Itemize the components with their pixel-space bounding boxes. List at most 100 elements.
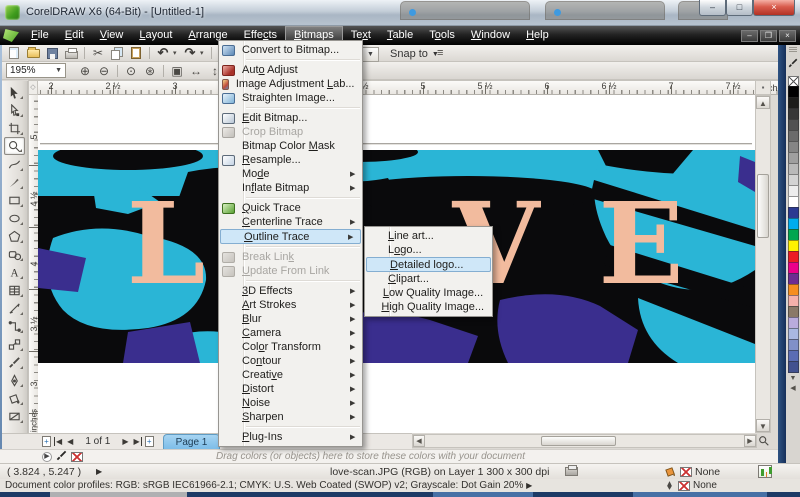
menu-item-high-quality-image[interactable]: High Quality Image... (365, 300, 492, 314)
connector-tool[interactable] (4, 317, 25, 335)
close-button[interactable]: × (753, 0, 795, 16)
blend-tool[interactable] (4, 335, 25, 353)
rectangle-tool[interactable] (4, 191, 25, 209)
horizontal-scrollbar-thumb[interactable] (541, 436, 616, 446)
menu-item-image-adjustment-lab[interactable]: Image Adjustment Lab... (219, 77, 362, 91)
zoom-in-icon[interactable]: ⊕ (76, 63, 94, 78)
menu-item-camera[interactable]: Camera▶ (219, 326, 362, 340)
add-page-after-icon[interactable]: + (145, 436, 154, 447)
undo-dropdown-icon[interactable]: ▾ (173, 49, 180, 57)
vertical-ruler[interactable]: inches 54 ½43 ½3 (28, 95, 38, 433)
new-document-icon[interactable] (5, 46, 23, 61)
scroll-left-icon[interactable]: ◀ (413, 435, 425, 447)
menu-item-art-strokes[interactable]: Art Strokes▶ (219, 298, 362, 312)
menu-item-blur[interactable]: Blur▶ (219, 312, 362, 326)
menu-item-centerline-trace[interactable]: Centerline Trace▶ (219, 215, 362, 229)
fill-tool[interactable] (4, 389, 25, 407)
document-minimize-button[interactable] (741, 30, 758, 42)
menu-item-line-art[interactable]: Line art... (365, 229, 492, 243)
no-color-swatch[interactable] (71, 452, 83, 462)
save-icon[interactable] (43, 46, 61, 61)
menu-item-distort[interactable]: Distort▶ (219, 382, 362, 396)
menu-item-convert-to-bitmap[interactable]: Convert to Bitmap... (219, 43, 362, 57)
eyedropper-icon[interactable] (788, 55, 798, 73)
first-page-icon[interactable]: ◀ (54, 437, 63, 446)
freehand-tool[interactable] (4, 155, 25, 173)
zoom-level-combo[interactable]: 195%▼ (6, 63, 66, 78)
menubar-item-view[interactable]: View (92, 26, 132, 45)
palette-drag-handle[interactable] (789, 47, 797, 52)
menu-item-color-transform[interactable]: Color Transform▶ (219, 340, 362, 354)
menu-item-outline-trace[interactable]: Outline Trace▶ (220, 229, 361, 244)
horizontal-ruler[interactable]: inches 22 ½33 ½44 ½55 ½66 ½77 ½ (38, 80, 795, 95)
open-icon[interactable] (24, 46, 42, 61)
artistic-media-tool[interactable] (4, 173, 25, 191)
coords-flyout-icon[interactable]: ▶ (96, 467, 102, 476)
crop-tool[interactable] (4, 119, 25, 137)
menu-item-creative[interactable]: Creative▶ (219, 368, 362, 382)
color-eyedropper-tool[interactable] (4, 353, 25, 371)
print-icon[interactable] (62, 46, 80, 61)
zoom-tool[interactable] (4, 137, 25, 155)
menu-item-edit-bitmap[interactable]: Edit Bitmap... (219, 111, 362, 125)
cut-icon[interactable] (89, 46, 107, 61)
scroll-up-icon[interactable]: ▲ (756, 96, 770, 109)
menu-item-straighten-image[interactable]: Straighten Image... (219, 91, 362, 105)
pick-tool[interactable] (4, 83, 25, 101)
undo-icon[interactable] (154, 46, 172, 61)
menubar-item-window[interactable]: Window (463, 26, 518, 45)
vertical-scrollbar[interactable]: ▲ ▼ (755, 95, 771, 433)
copy-icon[interactable] (108, 46, 126, 61)
scrollbar-options-button[interactable]: ▪ (755, 80, 771, 95)
profiles-flyout-icon[interactable]: ▶ (526, 481, 532, 490)
menu-item-inflate-bitmap[interactable]: Inflate Bitmap▶ (219, 181, 362, 195)
interactive-fill-tool[interactable] (4, 407, 25, 425)
menu-item-plug-ins[interactable]: Plug-Ins▶ (219, 430, 362, 444)
menu-item-crop-bitmap[interactable]: Crop Bitmap (219, 125, 362, 139)
palette-expand-icon[interactable]: ◀ (790, 384, 795, 392)
menu-item-bitmap-color-mask[interactable]: Bitmap Color Mask (219, 139, 362, 153)
add-page-before-icon[interactable]: + (42, 436, 51, 447)
redo-dropdown-icon[interactable]: ▾ (200, 49, 207, 57)
menubar-item-file[interactable]: File (23, 26, 57, 45)
menu-item-resample[interactable]: Resample... (219, 153, 362, 167)
menu-item-contour[interactable]: Contour▶ (219, 354, 362, 368)
menubar-item-help[interactable]: Help (518, 26, 557, 45)
menubar-item-tools[interactable]: Tools (421, 26, 463, 45)
minimize-button[interactable]: – (699, 0, 726, 16)
palette-scroll-down-icon[interactable]: ▼ (790, 375, 797, 382)
menu-item-quick-trace[interactable]: Quick Trace (219, 201, 362, 215)
text-tool[interactable]: A (4, 263, 25, 281)
menubar-item-edit[interactable]: Edit (57, 26, 92, 45)
menu-item-low-quality-image[interactable]: Low Quality Image... (365, 286, 492, 300)
menu-item-3d-effects[interactable]: 3D Effects▶ (219, 284, 362, 298)
menu-item-logo[interactable]: Logo... (365, 243, 492, 257)
menu-item-auto-adjust[interactable]: Auto Adjust (219, 63, 362, 77)
page-tab[interactable]: Page 1 (163, 434, 221, 449)
scroll-down-icon[interactable]: ▼ (756, 419, 770, 432)
palette-flyout-icon[interactable]: ▶ (42, 452, 52, 462)
snap-to-button[interactable]: Snap to▼ (385, 46, 444, 62)
dimension-tool[interactable] (4, 299, 25, 317)
combo-dropdown-icon[interactable]: ▼ (362, 47, 379, 62)
table-tool[interactable] (4, 281, 25, 299)
menu-item-update-from-link[interactable]: Update From Link (219, 264, 362, 278)
navigator-button[interactable] (758, 434, 772, 448)
menubar-item-table[interactable]: Table (379, 26, 421, 45)
outline-pen-tool[interactable] (4, 371, 25, 389)
maximize-button[interactable]: □ (726, 0, 753, 16)
zoom-out-icon[interactable]: ⊖ (95, 63, 113, 78)
last-page-icon[interactable]: ▶ (133, 437, 142, 446)
menu-item-noise[interactable]: Noise▶ (219, 396, 362, 410)
zoom-selected-icon[interactable]: ⊙ (122, 63, 140, 78)
zoom-to-page-icon[interactable]: ▣ (168, 63, 186, 78)
palette-swatch[interactable] (788, 361, 799, 373)
vertical-scrollbar-thumb[interactable] (757, 174, 769, 238)
horizontal-scrollbar[interactable]: ◀ ▶ (412, 434, 757, 448)
menu-item-sharpen[interactable]: Sharpen▶ (219, 410, 362, 424)
zoom-page-width-icon[interactable]: ↔ (187, 63, 205, 78)
ellipse-tool[interactable] (4, 209, 25, 227)
menu-item-clipart[interactable]: Clipart... (365, 272, 492, 286)
previous-page-icon[interactable]: ◀ (66, 437, 74, 446)
ruler-origin[interactable]: ◇ (28, 80, 38, 95)
